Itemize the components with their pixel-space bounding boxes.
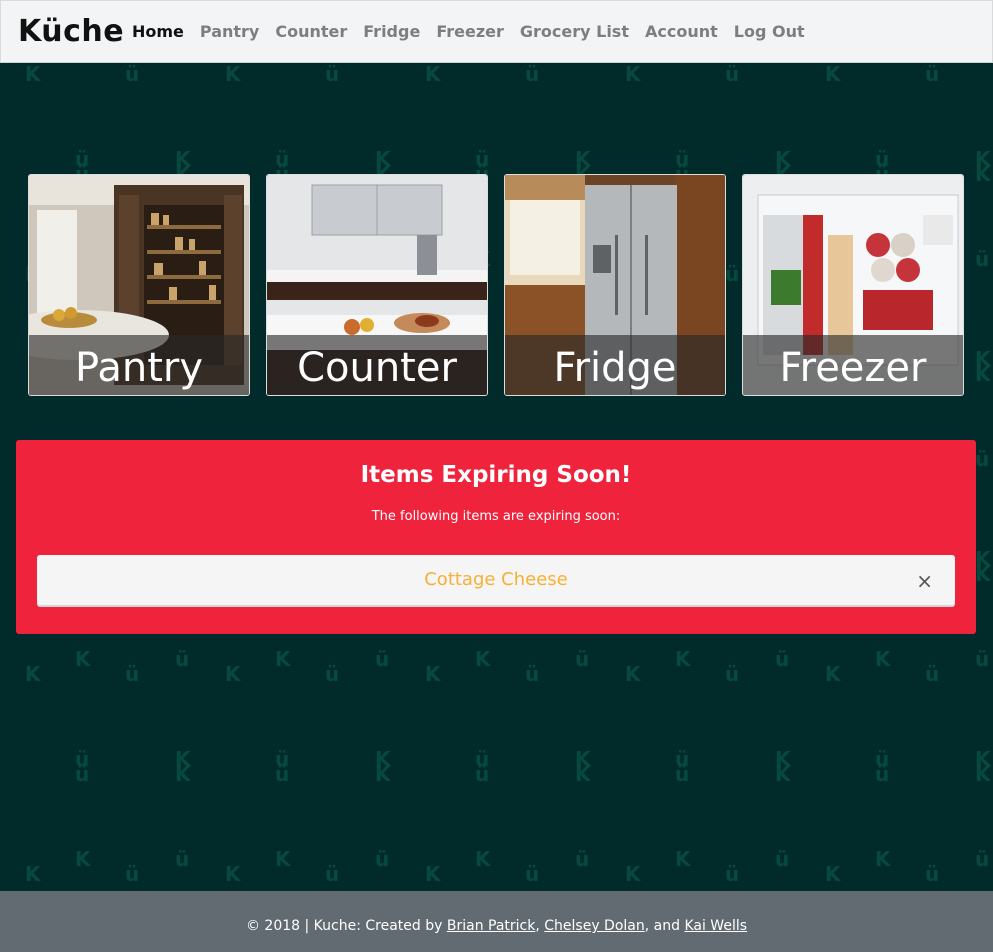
- pattern-glyph: ü: [725, 662, 740, 686]
- footer-separator: ,: [535, 918, 545, 934]
- pattern-glyph: ü: [975, 647, 990, 671]
- nav-fridge[interactable]: Fridge: [363, 22, 420, 41]
- author-link-kai[interactable]: Kai Wells: [684, 918, 747, 934]
- author-link-chelsey[interactable]: Chelsey Dolan: [544, 918, 644, 934]
- nav-log-out[interactable]: Log Out: [734, 22, 805, 41]
- author-link-brian[interactable]: Brian Patrick: [447, 918, 535, 934]
- pattern-glyph: K: [225, 662, 241, 686]
- pattern-glyph: ü: [925, 662, 940, 686]
- pattern-glyph: ü: [525, 862, 540, 886]
- pattern-glyph: K: [75, 847, 91, 871]
- pattern-glyph: K: [675, 647, 691, 671]
- pattern-glyph: ü: [575, 847, 590, 871]
- pattern-glyph: ü: [575, 647, 590, 671]
- pattern-glyph: ü: [725, 62, 740, 86]
- card-fridge[interactable]: Fridge: [504, 174, 726, 396]
- pattern-glyph: K: [975, 562, 991, 586]
- pattern-glyph: K: [975, 162, 991, 186]
- pattern-glyph: ü: [125, 62, 140, 86]
- card-label: Freezer: [779, 345, 927, 391]
- nav-home[interactable]: Home: [132, 22, 184, 41]
- pattern-glyph: ü: [325, 662, 340, 686]
- pattern-glyph: K: [825, 662, 841, 686]
- card-label: Counter: [297, 345, 457, 391]
- pattern-glyph: K: [625, 662, 641, 686]
- footer-text: © 2018 | Kuche: Created by Brian Patrick…: [0, 918, 993, 934]
- pattern-glyph: K: [575, 762, 591, 786]
- pattern-glyph: ü: [125, 662, 140, 686]
- pattern-glyph: K: [625, 862, 641, 886]
- pattern-glyph: K: [875, 847, 891, 871]
- pattern-glyph: K: [625, 62, 641, 86]
- pattern-glyph: ü: [875, 762, 890, 786]
- pattern-glyph: K: [975, 762, 991, 786]
- pattern-glyph: K: [825, 62, 841, 86]
- footer: © 2018 | Kuche: Created by Brian Patrick…: [0, 891, 993, 952]
- pattern-glyph: K: [375, 762, 391, 786]
- pattern-glyph: ü: [525, 62, 540, 86]
- nav-freezer[interactable]: Freezer: [436, 22, 504, 41]
- pattern-glyph: ü: [975, 847, 990, 871]
- pattern-glyph: K: [25, 862, 41, 886]
- pattern-glyph: ü: [375, 647, 390, 671]
- alert-subtitle: The following items are expiring soon:: [371, 509, 621, 524]
- pattern-glyph: ü: [275, 762, 290, 786]
- pattern-glyph: K: [175, 762, 191, 786]
- pattern-glyph: ü: [325, 862, 340, 886]
- pattern-glyph: K: [25, 662, 41, 686]
- pattern-glyph: ü: [925, 62, 940, 86]
- nav-counter[interactable]: Counter: [275, 22, 347, 41]
- pattern-glyph: K: [75, 647, 91, 671]
- navbar: Küche Home Pantry Counter Fridge Freezer…: [0, 0, 993, 63]
- card-label: Pantry: [75, 345, 203, 391]
- pattern-glyph: K: [475, 647, 491, 671]
- pattern-glyph: ü: [975, 447, 990, 471]
- pattern-glyph: K: [225, 62, 241, 86]
- card-label: Fridge: [553, 345, 677, 391]
- pattern-glyph: K: [825, 862, 841, 886]
- card-counter[interactable]: Counter: [266, 174, 488, 396]
- nav-account[interactable]: Account: [645, 22, 718, 41]
- pattern-glyph: K: [25, 62, 41, 86]
- pattern-glyph: K: [775, 762, 791, 786]
- expiring-alert: Items Expiring Soon! The following items…: [16, 440, 976, 634]
- pattern-glyph: ü: [725, 262, 740, 286]
- pattern-glyph: ü: [375, 847, 390, 871]
- pattern-glyph: ü: [175, 847, 190, 871]
- alert-title: Items Expiring Soon!: [360, 462, 632, 488]
- card-freezer[interactable]: Freezer: [742, 174, 964, 396]
- brand-logo[interactable]: Küche: [18, 14, 124, 49]
- pattern-glyph: K: [675, 847, 691, 871]
- pattern-glyph: ü: [525, 662, 540, 686]
- expiring-item-name: Cottage Cheese: [424, 569, 568, 590]
- expiring-item[interactable]: Cottage Cheese ×: [37, 555, 955, 605]
- pattern-glyph: ü: [475, 762, 490, 786]
- pattern-glyph: ü: [75, 762, 90, 786]
- nav-grocery-list[interactable]: Grocery List: [520, 22, 629, 41]
- close-icon[interactable]: ×: [916, 569, 933, 593]
- pattern-glyph: K: [875, 647, 891, 671]
- pattern-glyph: K: [275, 647, 291, 671]
- pattern-glyph: ü: [725, 862, 740, 886]
- pattern-glyph: ü: [675, 762, 690, 786]
- pattern-glyph: ü: [325, 62, 340, 86]
- nav-pantry[interactable]: Pantry: [200, 22, 259, 41]
- pattern-glyph: K: [475, 847, 491, 871]
- card-pantry[interactable]: Pantry: [28, 174, 250, 396]
- pattern-glyph: ü: [775, 647, 790, 671]
- pattern-glyph: ü: [975, 247, 990, 271]
- pattern-glyph: K: [275, 847, 291, 871]
- pattern-glyph: K: [425, 662, 441, 686]
- pattern-glyph: K: [425, 62, 441, 86]
- pattern-glyph: ü: [175, 647, 190, 671]
- footer-prefix: © 2018 | Kuche: Created by: [245, 918, 447, 934]
- pattern-glyph: ü: [925, 862, 940, 886]
- footer-separator: , and: [644, 918, 685, 934]
- pattern-glyph: ü: [125, 862, 140, 886]
- pattern-glyph: K: [975, 362, 991, 386]
- nav-links: Home Pantry Counter Fridge Freezer Groce…: [132, 22, 821, 41]
- pattern-glyph: ü: [775, 847, 790, 871]
- pattern-glyph: K: [425, 862, 441, 886]
- pattern-glyph: K: [225, 862, 241, 886]
